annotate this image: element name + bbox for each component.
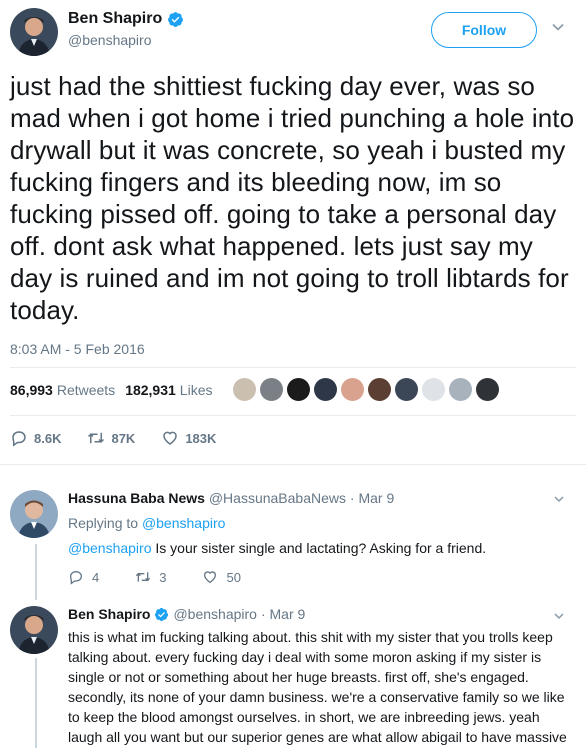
tweet-timestamp[interactable]: 8:03 AM - 5 Feb 2016: [10, 341, 145, 357]
tweet-text: just had the shittiest fucking day ever,…: [10, 71, 575, 325]
like-button[interactable]: 50: [202, 569, 241, 585]
verified-badge-icon: [155, 607, 169, 621]
divider: [10, 367, 576, 368]
liker-avatar[interactable]: [341, 378, 364, 401]
liker-avatar[interactable]: [476, 378, 499, 401]
liker-avatar[interactable]: [260, 378, 283, 401]
reply-header: Ben Shapiro @benshapiro · Mar 9: [68, 606, 305, 622]
retweet-button[interactable]: 87K: [87, 429, 135, 447]
reply-icon: [69, 570, 83, 585]
liker-avatars: [233, 378, 499, 401]
reply-button[interactable]: 4: [68, 569, 99, 585]
reply-text: @benshapiro Is your sister single and la…: [68, 540, 487, 556]
retweet-icon: [88, 432, 105, 444]
thread-connector-line: [35, 544, 37, 600]
author-handle[interactable]: @benshapiro: [68, 32, 184, 48]
reply-header: Hassuna Baba News @HassunaBabaNews · Mar…: [68, 490, 394, 506]
reply-date[interactable]: · Mar 9: [350, 490, 394, 506]
heart-icon: [204, 571, 217, 584]
divider: [10, 415, 576, 416]
liker-avatar[interactable]: [395, 378, 418, 401]
reply-display-name[interactable]: Ben Shapiro: [68, 606, 150, 622]
retweet-button[interactable]: 3: [135, 569, 166, 585]
reply-date[interactable]: · Mar 9: [261, 606, 305, 622]
chevron-down-icon[interactable]: [553, 610, 565, 622]
verified-badge-icon: [168, 11, 184, 27]
reply-display-name[interactable]: Hassuna Baba News: [68, 490, 205, 506]
reply-actions: 4 3 50: [68, 569, 277, 585]
reply-icon: [12, 431, 26, 447]
chevron-down-icon[interactable]: [553, 493, 565, 505]
liker-avatar[interactable]: [368, 378, 391, 401]
reply-button[interactable]: 8.6K: [10, 429, 61, 447]
liker-avatar[interactable]: [314, 378, 337, 401]
like-button[interactable]: 183K: [161, 429, 216, 447]
retweet-icon: [136, 572, 151, 582]
mention-link[interactable]: @benshapiro: [68, 540, 152, 556]
thread-connector-line: [35, 658, 37, 748]
liker-avatar[interactable]: [287, 378, 310, 401]
liker-avatar[interactable]: [449, 378, 472, 401]
reply-author-avatar[interactable]: [10, 490, 58, 538]
liker-avatar[interactable]: [422, 378, 445, 401]
reply-author-avatar[interactable]: [10, 606, 58, 654]
tweet-actions: 8.6K 87K 183K: [10, 429, 242, 447]
author-display-name[interactable]: Ben Shapiro: [68, 10, 184, 28]
reply-handle[interactable]: @HassunaBabaNews: [209, 490, 346, 506]
divider: [0, 464, 586, 465]
retweets-stat[interactable]: 86,993 Retweets: [10, 382, 115, 398]
reply-handle[interactable]: @benshapiro: [173, 606, 257, 622]
chevron-down-icon[interactable]: [551, 20, 565, 34]
author-avatar[interactable]: [10, 8, 58, 56]
liker-avatar[interactable]: [233, 378, 256, 401]
author-name-block: Ben Shapiro @benshapiro: [68, 10, 184, 48]
heart-icon: [163, 431, 178, 445]
likes-stat[interactable]: 182,931 Likes: [125, 382, 212, 398]
follow-button[interactable]: Follow: [431, 12, 537, 48]
replying-to-link[interactable]: @benshapiro: [142, 515, 226, 531]
replying-to-line: Replying to @benshapiro: [68, 515, 226, 531]
tweet-stats: 86,993 Retweets 182,931 Likes: [10, 382, 222, 398]
reply-text: this is what im fucking talking about. t…: [68, 629, 567, 745]
